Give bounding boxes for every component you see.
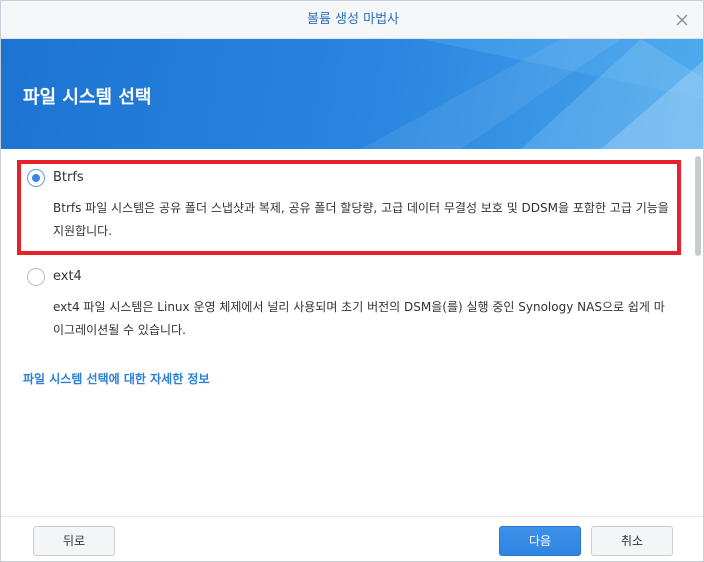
option-ext4[interactable]: ext4 ext4 파일 시스템은 Linux 운영 체제에서 널리 사용되며 …	[23, 263, 679, 343]
volume-creation-wizard-window: 볼륨 생성 마법사 파일 시스템 선택 Btrfs Btrfs 파일 시스템은 …	[0, 0, 704, 562]
page-title: 파일 시스템 선택	[23, 87, 152, 108]
option-description: Btrfs 파일 시스템은 공유 폴더 스냅샷과 복제, 공유 폴더 할당량, …	[53, 201, 669, 238]
cancel-button[interactable]: 취소	[591, 526, 673, 556]
radio-ext4[interactable]	[27, 268, 45, 286]
scrollbar[interactable]	[695, 156, 701, 256]
radio-btrfs[interactable]	[27, 169, 45, 187]
header-banner: 파일 시스템 선택	[1, 39, 703, 149]
window-title: 볼륨 생성 마법사	[307, 12, 399, 27]
back-button[interactable]: 뒤로	[33, 526, 115, 556]
option-btrfs[interactable]: Btrfs Btrfs 파일 시스템은 공유 폴더 스냅샷과 복제, 공유 폴더…	[23, 164, 679, 253]
title-bar: 볼륨 생성 마법사	[1, 1, 703, 39]
next-button[interactable]: 다음	[499, 526, 581, 556]
more-info-link[interactable]: 파일 시스템 선택에 대한 자세한 정보	[23, 370, 210, 387]
option-label: Btrfs	[53, 170, 84, 185]
footer: 뒤로 다음 취소	[1, 516, 703, 561]
option-description: ext4 파일 시스템은 Linux 운영 체제에서 널리 사용되며 초기 버전…	[53, 300, 665, 337]
close-icon[interactable]	[673, 11, 691, 29]
option-label: ext4	[53, 269, 82, 284]
